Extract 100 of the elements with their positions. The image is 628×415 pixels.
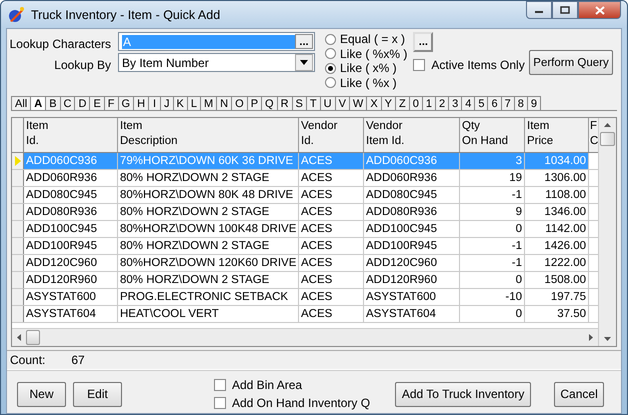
table-cell: -10 (460, 289, 525, 305)
maximize-icon (560, 6, 570, 14)
table-row[interactable]: ASYSTAT604 HEAT\COOL VERT ACES ASYSTAT604 0 37.50 (12, 306, 598, 323)
perform-query-button[interactable]: Perform Query (529, 50, 613, 75)
letter-tab[interactable]: J (160, 96, 174, 110)
scrollbar-thumb[interactable] (600, 132, 615, 146)
add-to-truck-inventory-button[interactable]: Add To Truck Inventory (395, 382, 532, 406)
letter-tab[interactable]: O (231, 96, 248, 110)
letter-tab[interactable]: F (104, 96, 119, 110)
letter-tab[interactable]: H (133, 96, 150, 110)
ellipsis-button[interactable]: ... (295, 34, 313, 49)
letter-tab[interactable]: 5 (474, 96, 488, 110)
table-cell: ACES (299, 272, 364, 288)
radio-button[interactable] (325, 48, 336, 60)
form-button[interactable]: New (17, 382, 66, 406)
column-header[interactable]: Qty On Hand (460, 118, 525, 152)
column-header[interactable]: Item Description (118, 118, 299, 152)
letter-tab[interactable]: 1 (422, 96, 436, 110)
count-label: Count: (10, 353, 46, 367)
letter-tab[interactable]: B (45, 96, 61, 110)
letter-tab[interactable]: Q (261, 96, 278, 110)
column-header[interactable]: F C (589, 118, 598, 152)
app-icon (7, 6, 25, 24)
letter-tab[interactable]: 3 (448, 96, 462, 110)
table-cell: PROG.ELECTRONIC SETBACK (118, 289, 299, 305)
letter-tab[interactable]: 6 (487, 96, 502, 110)
table-cell: ACES (299, 204, 364, 220)
letter-tab[interactable]: E (89, 96, 105, 110)
letter-tab[interactable]: R (276, 96, 293, 110)
column-header[interactable]: Vendor Item Id. (364, 118, 460, 152)
column-header[interactable]: Item Id. (24, 118, 118, 152)
radio-button[interactable] (325, 34, 336, 45)
lookup-characters-field[interactable]: A ... (118, 32, 315, 51)
table-row[interactable]: ADD120R960 80% HORZ\DOWN 2 STAGE ACES ADD120R960 0 1508.00 (12, 272, 598, 289)
letter-tab[interactable]: X (366, 96, 382, 110)
table-cell: 37.50 (525, 306, 589, 322)
checkbox-label: Add Bin Area (232, 378, 302, 392)
table-cell: 0 (460, 221, 525, 237)
radio-label: Like ( %x ) (340, 76, 397, 90)
letter-tab[interactable]: 8 (514, 96, 528, 110)
table-cell: ADD060R936 (24, 170, 118, 186)
table-cell: -1 (460, 238, 525, 254)
checkbox[interactable] (214, 397, 226, 409)
scrollbar-thumb[interactable] (26, 330, 40, 345)
letter-tab[interactable]: D (74, 96, 90, 110)
table-cell: ADD120R960 (364, 272, 460, 288)
letter-tab[interactable]: All (11, 96, 32, 110)
table-row[interactable]: ADD080C945 80%HORZ\DOWN 80K 48 DRIVE ACES ADD080C945 -1 1108.00 (12, 187, 598, 204)
maximize-button[interactable] (552, 1, 578, 19)
letter-tab[interactable]: 4 (461, 96, 476, 110)
radio-button[interactable] (325, 62, 336, 74)
letter-tab[interactable]: N (216, 96, 232, 110)
window-title: Truck Inventory - Item - Quick Add (31, 8, 220, 22)
letter-tab[interactable]: 0 (408, 96, 423, 110)
letter-tab[interactable]: I (148, 96, 162, 110)
table-cell: 0 (460, 306, 525, 322)
table-row[interactable]: ASYSTAT600 PROG.ELECTRONIC SETBACK ACES ASYSTAT600 -10 197.75 (12, 289, 598, 306)
letter-tab[interactable]: V (334, 96, 350, 110)
column-header[interactable]: Item Price (525, 118, 589, 152)
table-cell: 80% HORZ\DOWN 2 STAGE (118, 170, 299, 186)
table-cell: 80%HORZ\DOWN 100K48 DRIVE (118, 221, 299, 237)
radio-label: Equal ( = x ) (340, 32, 406, 46)
form-button[interactable]: Edit (73, 382, 122, 406)
letter-tab[interactable]: 9 (526, 96, 541, 110)
table-cell: ACES (299, 221, 364, 237)
table-cell: ADD120C960 (364, 255, 460, 271)
count-value: 67 (71, 353, 85, 367)
table-cell: 3 (460, 153, 525, 169)
checkbox[interactable] (214, 379, 226, 391)
letter-tab[interactable]: K (172, 96, 188, 110)
table-cell: ACES (299, 187, 364, 203)
table-cell: ACES (299, 153, 364, 169)
radio-button[interactable] (325, 77, 336, 88)
lookup-characters-label: Lookup Characters (10, 37, 111, 51)
letter-tab[interactable]: S (292, 96, 307, 110)
lookup-by-dropdown[interactable]: By Item Number (118, 53, 315, 72)
table-cell: 19 (460, 170, 525, 186)
table-cell: ACES (299, 238, 364, 254)
table-cell: 1142.00 (525, 221, 589, 237)
letter-tab[interactable]: A (30, 96, 46, 110)
letter-tab[interactable]: 7 (500, 96, 515, 110)
table-cell: 80% HORZ\DOWN 2 STAGE (118, 238, 299, 254)
checkbox[interactable] (413, 59, 426, 71)
table-cell: ADD080R936 (364, 204, 460, 220)
letter-tab[interactable]: M (200, 96, 218, 110)
cancel-button[interactable]: Cancel (554, 382, 604, 406)
table-row[interactable]: ADD100R945 80% HORZ\DOWN 2 STAGE ACES ADD100R945 -1 1426.00 (12, 238, 598, 255)
table-row[interactable]: ADD080R936 80% HORZ\DOWN 2 STAGE ACES ADD080R936 9 1346.00 (12, 204, 598, 221)
table-row[interactable]: ADD120C960 80%HORZ\DOWN 120K60 DRIVE ACES ADD120C960 -1 1222.00 (12, 255, 598, 272)
close-button[interactable] (578, 1, 621, 19)
column-header[interactable]: Vendor Id. (299, 118, 364, 152)
options-button[interactable]: ... (413, 32, 434, 52)
letter-tab[interactable]: Z (395, 96, 410, 110)
table-cell: ADD100R945 (364, 238, 460, 254)
table-cell: ADD080R936 (24, 204, 118, 220)
table-row[interactable]: ADD060R936 80% HORZ\DOWN 2 STAGE ACES ADD060R936 19 1306.00 (12, 170, 598, 187)
letter-tab[interactable]: T (306, 96, 321, 110)
letter-tab[interactable]: U (320, 96, 336, 110)
table-row[interactable]: ADD100C945 80%HORZ\DOWN 100K48 DRIVE ACES ADD100C945 0 1142.00 (12, 221, 598, 238)
minimize-button[interactable] (526, 1, 552, 19)
